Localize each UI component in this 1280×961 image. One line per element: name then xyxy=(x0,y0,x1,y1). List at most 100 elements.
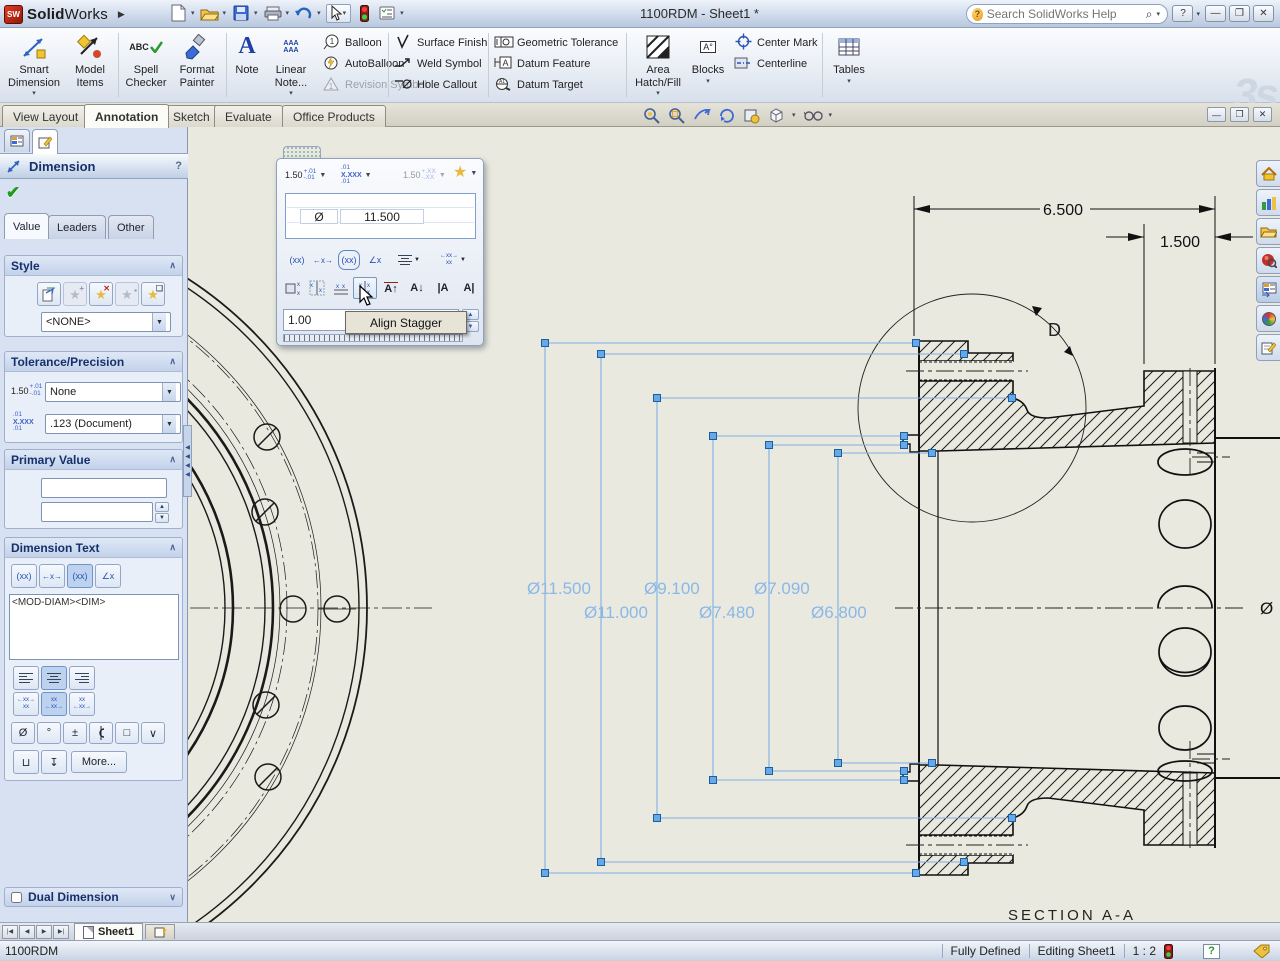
quick-tips-icon[interactable]: ? xyxy=(1203,944,1220,959)
text-position-right-button[interactable]: xx←xx→ xyxy=(69,692,95,716)
sheet-tab-active[interactable]: Sheet1 xyxy=(74,923,143,940)
open-caret[interactable]: ▾ xyxy=(223,9,227,17)
justify-center-button[interactable] xyxy=(41,666,67,690)
search-caret[interactable]: ▾ xyxy=(1156,10,1160,18)
symbol-more-button[interactable]: ∨ xyxy=(141,722,165,744)
pan-icon[interactable] xyxy=(692,106,711,124)
style-delete-button[interactable]: ★✕ xyxy=(89,282,113,306)
minimize-button[interactable]: — xyxy=(1205,5,1226,22)
palette-tolerance-button[interactable]: 1.50+.01-.01▼ xyxy=(285,165,326,185)
next-sheet-button[interactable]: ▶ xyxy=(36,925,52,939)
pm-tab-value[interactable]: Value xyxy=(4,213,49,239)
zoom-fit-icon[interactable] xyxy=(642,106,661,124)
text-right-button[interactable]: A| xyxy=(457,277,481,299)
print-caret[interactable]: ▾ xyxy=(286,9,290,17)
collapse-chevron-icon[interactable]: ∧ xyxy=(169,356,176,367)
new-caret[interactable]: ▾ xyxy=(191,9,195,17)
design-library-tab[interactable] xyxy=(1256,189,1280,216)
dim-6500-text[interactable]: 6.500 xyxy=(1043,202,1083,219)
traffic-light-icon[interactable] xyxy=(354,3,374,23)
doc-minimize-button[interactable]: — xyxy=(1207,107,1226,122)
tab-sketch[interactable]: Sketch xyxy=(162,105,221,127)
palette-angle-button[interactable]: ∠x xyxy=(363,249,387,271)
zoom-area-icon[interactable] xyxy=(667,106,686,124)
help-caret[interactable]: ▾ xyxy=(1196,10,1200,22)
rotate-view-icon[interactable] xyxy=(717,106,736,124)
doc-close-button[interactable]: ✕ xyxy=(1253,107,1272,122)
last-sheet-button[interactable]: ▶| xyxy=(53,925,69,939)
dim-label[interactable]: Ø11.000 xyxy=(584,603,648,622)
file-explorer-tab[interactable] xyxy=(1256,218,1280,245)
style-header[interactable]: Style∧ xyxy=(5,256,182,276)
dim-1500-text[interactable]: 1.500 xyxy=(1160,234,1200,251)
precision-select[interactable]: .123 (Document)▼ xyxy=(45,414,181,434)
smart-dimension-button[interactable]: Smart Dimension▾ xyxy=(4,32,64,98)
pm-tab-leaders[interactable]: Leaders xyxy=(48,215,106,239)
text-above-button[interactable]: A↑ xyxy=(379,277,403,299)
search-icon[interactable]: ⌕ xyxy=(1146,7,1153,22)
restore-button[interactable]: ❐ xyxy=(1229,5,1250,22)
model-items-button[interactable]: Model Items xyxy=(66,32,114,89)
blocks-button[interactable]: A° Blocks▾ xyxy=(688,32,728,86)
symbol-square-button[interactable]: □ xyxy=(115,722,139,744)
resources-home-tab[interactable] xyxy=(1256,160,1280,187)
symbol-plusminus-button[interactable]: ± xyxy=(63,722,87,744)
surface-finish-button[interactable]: Surface Finish xyxy=(394,34,487,52)
palette-precision-button[interactable]: .01X.XXX.01▼ xyxy=(341,165,372,185)
text-below-button[interactable]: A↓ xyxy=(405,277,429,299)
symbol-degree-button[interactable]: ° xyxy=(37,722,61,744)
palette-resize-ruler[interactable] xyxy=(283,334,463,342)
hole-callout-button[interactable]: Hole Callout xyxy=(394,76,487,94)
note-button[interactable]: A Note xyxy=(230,32,264,77)
display-style-icon[interactable] xyxy=(767,106,786,124)
dimension-value-field[interactable] xyxy=(41,502,153,522)
dim-partial-text[interactable]: Ø xyxy=(1260,599,1273,618)
close-button[interactable]: ✕ xyxy=(1253,5,1274,22)
pm-flyout-handle[interactable]: ◀◀◀◀ xyxy=(183,425,192,497)
expand-chevron-icon[interactable]: ∨ xyxy=(169,892,176,903)
value-cell[interactable]: 11.500 xyxy=(340,209,424,224)
collapse-chevron-icon[interactable]: ∧ xyxy=(169,454,176,465)
dim-label[interactable]: Ø9.100 xyxy=(644,579,700,598)
counterbore-button[interactable]: ⊔ xyxy=(13,750,39,774)
undo-caret[interactable]: ▾ xyxy=(317,9,321,17)
search-tab[interactable] xyxy=(1256,247,1280,274)
dimtext-offset-button[interactable]: ←x→ xyxy=(39,564,65,588)
select-tool-button[interactable]: ▾ xyxy=(326,4,352,23)
options-button[interactable] xyxy=(377,3,397,23)
dimension-name-field[interactable] xyxy=(41,478,167,498)
search-input[interactable] xyxy=(987,7,1142,21)
style-select[interactable]: <NONE>▼ xyxy=(41,312,171,332)
palette-text-position-button[interactable]: ←xx→xx▼ xyxy=(437,249,469,271)
visibility-glasses-icon[interactable] xyxy=(804,106,823,124)
witness-gap-button[interactable]: xx xyxy=(281,277,305,299)
ok-button[interactable]: ✔ xyxy=(6,183,20,203)
save-caret[interactable]: ▾ xyxy=(254,9,258,17)
justify-right-button[interactable] xyxy=(69,666,95,690)
custom-properties-tab[interactable] xyxy=(1256,334,1280,361)
property-manager-tab[interactable] xyxy=(32,129,58,154)
dim-label[interactable]: Ø7.480 xyxy=(699,603,755,622)
center-mark-button[interactable]: Center Mark xyxy=(734,34,818,52)
view-settings-icon[interactable] xyxy=(742,106,761,124)
stagger-1-button[interactable]: xx xyxy=(305,277,329,299)
new-document-button[interactable] xyxy=(168,3,188,23)
depth-button[interactable]: ↧ xyxy=(41,750,67,774)
dim-label[interactable]: Ø11.500 xyxy=(527,579,591,598)
datum-target-button[interactable]: A1Datum Target xyxy=(494,76,618,94)
palette-style-button[interactable]: ★▼ xyxy=(453,163,477,183)
print-button[interactable] xyxy=(263,3,283,23)
add-sheet-tab[interactable] xyxy=(145,924,175,939)
save-button[interactable] xyxy=(231,3,251,23)
format-painter-button[interactable]: Format Painter xyxy=(172,32,222,89)
dimension-palette[interactable]: 1.50+.01-.01▼ .01X.XXX.01▼ 1.50+.XX-.XX▼… xyxy=(276,146,484,346)
tables-button[interactable]: Tables▾ xyxy=(826,32,872,86)
primary-value-header[interactable]: Primary Value∧ xyxy=(5,450,182,470)
style-load-button[interactable]: ★❏ xyxy=(141,282,165,306)
style-default-button[interactable] xyxy=(37,282,61,306)
prev-sheet-button[interactable]: ◀ xyxy=(19,925,35,939)
first-sheet-button[interactable]: |◀ xyxy=(2,925,18,939)
more-symbols-button[interactable]: More... xyxy=(71,751,127,773)
tolerance-header[interactable]: Tolerance/Precision∧ xyxy=(5,352,182,372)
spell-checker-button[interactable]: ABC Spell Checker xyxy=(122,32,170,89)
